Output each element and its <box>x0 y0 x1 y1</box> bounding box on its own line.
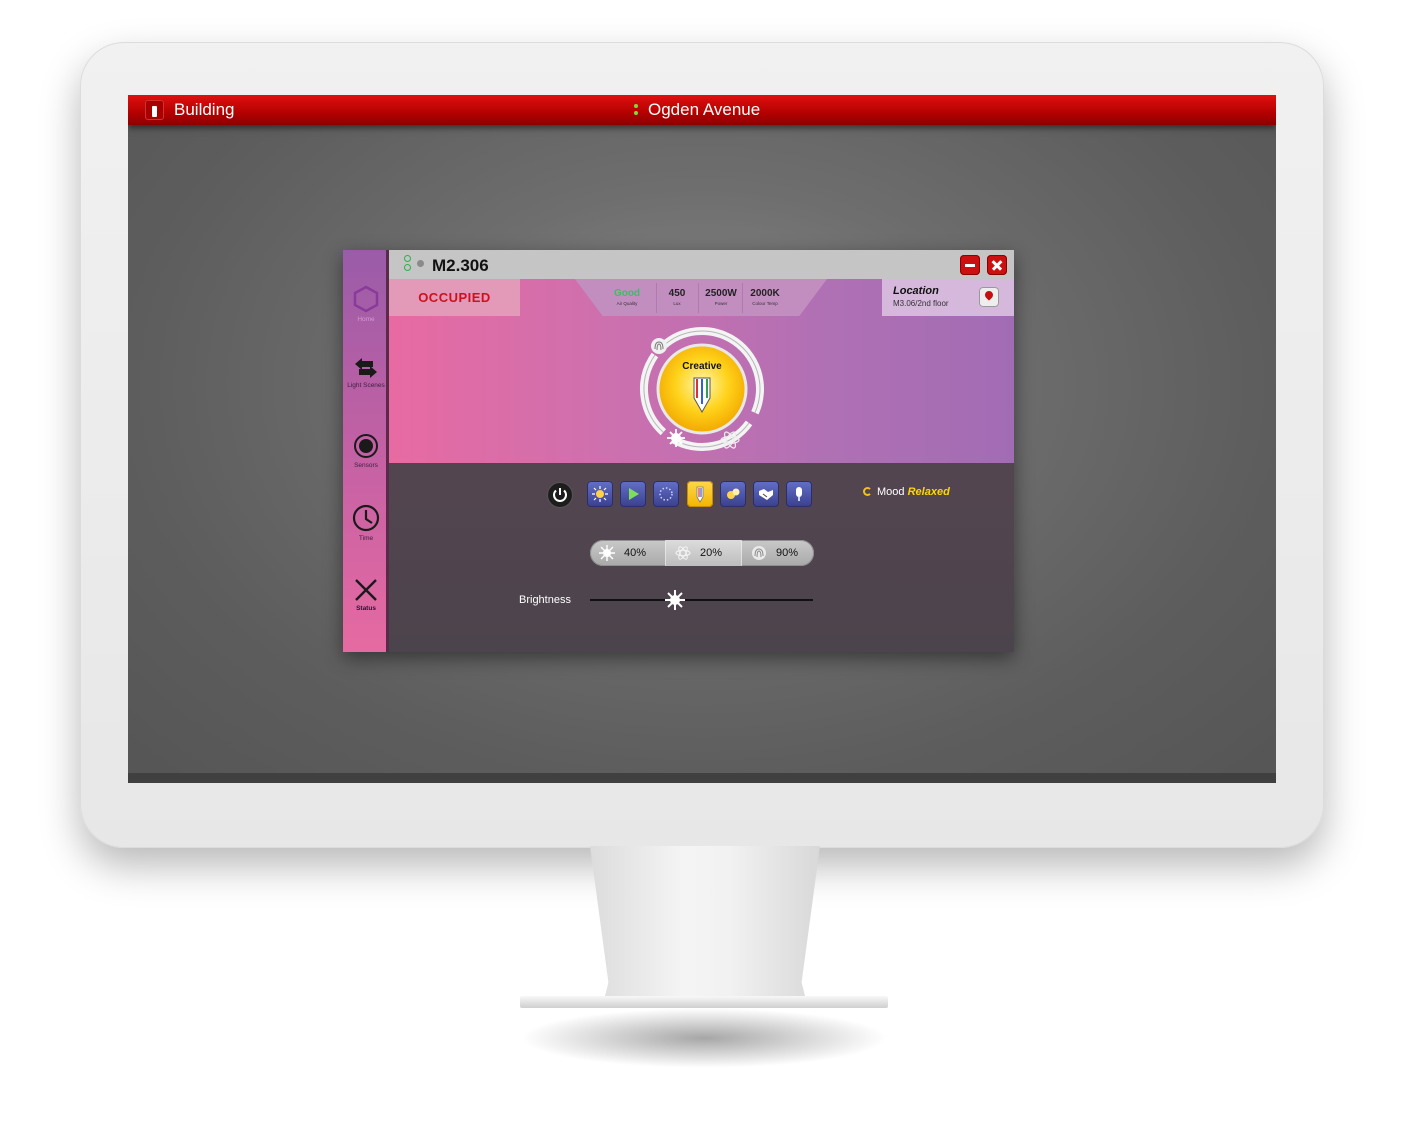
signal-icon <box>417 260 424 267</box>
dots-circle-icon <box>659 487 673 501</box>
sidebar-item-time[interactable]: Time <box>343 504 389 542</box>
location-title: Location <box>893 285 939 297</box>
sidebar-item-label: Status <box>356 605 376 612</box>
mood-value: Relaxed <box>907 486 950 498</box>
sidebar-item-label: Light Scenes <box>347 382 385 389</box>
brightness-label: Brightness <box>519 594 571 606</box>
dial-scene-label: Creative <box>682 361 722 372</box>
map-pin-icon[interactable] <box>979 287 999 307</box>
address-label[interactable]: Ogden Avenue <box>648 100 760 120</box>
level-sun[interactable]: 40% <box>590 540 665 566</box>
handshake-icon <box>759 489 773 500</box>
scene-dial[interactable]: Creative <box>637 324 767 454</box>
building-icon[interactable] <box>145 100 164 120</box>
sidebar-item-label: Home <box>357 316 375 323</box>
mood-indicator[interactable]: Mood Relaxed <box>863 486 950 498</box>
scene-pencil-button[interactable] <box>687 481 713 507</box>
brightness-slider[interactable] <box>590 590 813 610</box>
location-menu-icon[interactable] <box>634 104 638 116</box>
monitor-base <box>520 996 888 1008</box>
close-button[interactable] <box>987 255 1007 275</box>
status-indicator-icon <box>404 255 411 273</box>
sidebar-item-light-scenes[interactable]: Light Scenes <box>343 357 389 389</box>
sidebar-item-label: Sensors <box>354 462 378 469</box>
sidebar-item-status[interactable]: Status <box>343 578 389 612</box>
location-detail: M3.06/2nd floor <box>893 299 949 308</box>
monitor-stand <box>590 846 820 1001</box>
level-fingerprint[interactable]: 90% <box>742 540 814 566</box>
room-overview: OCCUPIED Good Air Quality 450 Lux 2500W … <box>389 279 1014 463</box>
scene-handshake-button[interactable] <box>753 481 779 507</box>
atom-icon <box>675 546 691 560</box>
close-x-icon <box>355 579 377 601</box>
arrows-swap-icon <box>355 358 377 378</box>
sensor-icon <box>354 434 378 458</box>
control-panel: Mood Relaxed 40% 20% 90% Brightness <box>389 463 1014 652</box>
sun-burst-icon <box>599 545 615 561</box>
hexagon-icon <box>353 285 379 313</box>
stat-air-quality: Good Air Quality <box>613 288 641 306</box>
power-icon <box>553 488 567 502</box>
occupancy-status: OCCUPIED <box>389 279 520 316</box>
level-selector: 40% 20% 90% <box>590 540 814 566</box>
sidebar-item-label: Time <box>358 535 374 542</box>
fingerprint-icon <box>752 546 766 560</box>
scene-dots-button[interactable] <box>720 481 746 507</box>
pencil-icon <box>696 486 704 503</box>
level-atom[interactable]: 20% <box>666 540 741 566</box>
sidebar-item-home[interactable]: Home <box>343 285 389 323</box>
top-bar: Building Ogden Avenue <box>128 95 1276 125</box>
mood-label: Mood <box>877 486 905 498</box>
scene-play-button[interactable] <box>620 481 646 507</box>
window-titlebar: M2.306 <box>389 250 1014 279</box>
sun-icon <box>592 486 608 502</box>
microphone-icon <box>796 487 802 501</box>
stat-colour-temp: 2000K Colour Temp <box>750 288 780 306</box>
scene-microphone-button[interactable] <box>786 481 812 507</box>
desktop-mockup: Building Ogden Avenue Home Light Scenes … <box>0 0 1403 1124</box>
scene-sun-button[interactable] <box>587 481 613 507</box>
minimize-button[interactable] <box>960 255 980 275</box>
power-button[interactable] <box>548 483 572 507</box>
brightness-slider-thumb[interactable] <box>664 590 685 610</box>
building-label[interactable]: Building <box>174 100 235 120</box>
room-title: M2.306 <box>432 256 489 275</box>
sidebar: Home Light Scenes Sensors Time Status <box>343 250 389 652</box>
monitor-screen: Building Ogden Avenue Home Light Scenes … <box>128 95 1276 783</box>
clock-icon <box>352 504 380 532</box>
room-stats: Good Air Quality 450 Lux 2500W Power 200… <box>575 279 827 316</box>
stat-lux: 450 Lux <box>668 288 686 306</box>
play-icon <box>629 488 639 500</box>
location-panel: Location M3.06/2nd floor <box>882 279 1014 316</box>
dots-icon <box>727 488 740 499</box>
room-window: Home Light Scenes Sensors Time Status M2… <box>343 250 1014 652</box>
refresh-icon <box>863 487 872 496</box>
sidebar-item-sensors[interactable]: Sensors <box>343 433 389 469</box>
fingerprint-icon[interactable] <box>651 338 667 354</box>
stat-power: 2500W Power <box>705 288 737 306</box>
scene-dots-circle-button[interactable] <box>653 481 679 507</box>
